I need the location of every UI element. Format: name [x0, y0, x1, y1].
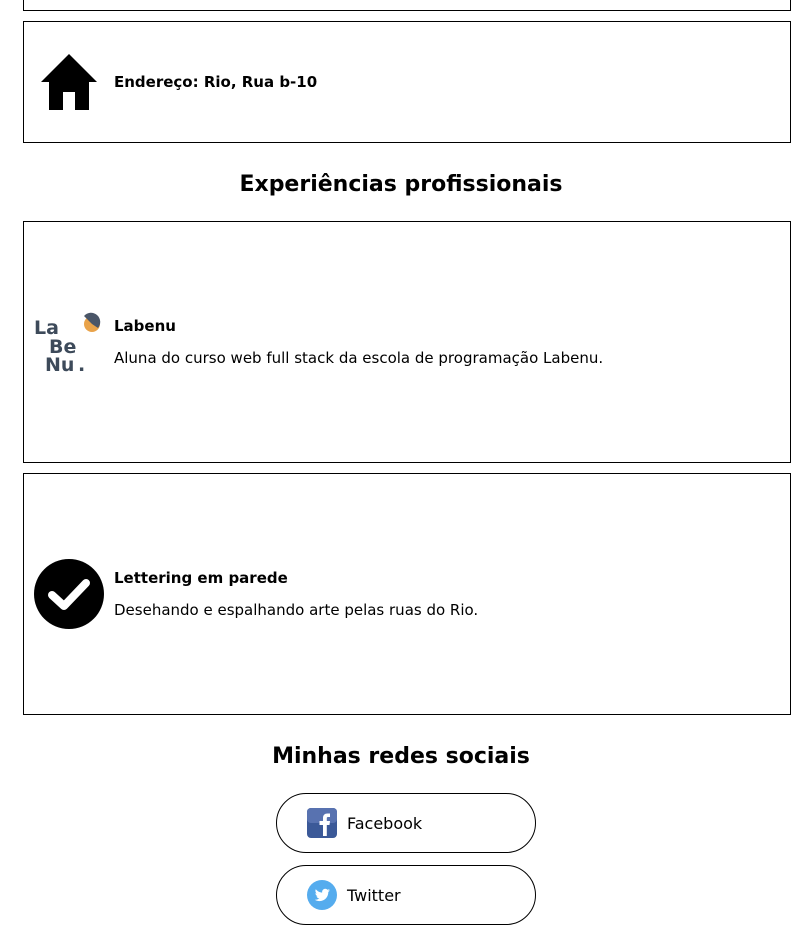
address-text: Endereço: Rio, Rua b-10: [114, 73, 318, 91]
labenu-logo-line-3: Nu: [45, 354, 74, 372]
experience-card-lettering: Lettering em parede Desehando e espalhan…: [23, 473, 791, 715]
home-icon: [34, 47, 104, 117]
experience-description: Desehando e espalhando arte pelas ruas d…: [114, 601, 479, 619]
info-card-partial: [23, 0, 791, 11]
labenu-logo-dot: .: [78, 354, 85, 372]
experience-section-title: Experiências profissionais: [239, 172, 563, 197]
facebook-icon: [307, 808, 337, 838]
experience-text: Labenu Aluna do curso web full stack da …: [114, 317, 603, 367]
experience-title: Lettering em parede: [114, 569, 288, 587]
experience-text: Lettering em parede Desehando e espalhan…: [114, 569, 478, 619]
facebook-label: Facebook: [347, 813, 423, 833]
address-card: Endereço: Rio, Rua b-10: [23, 21, 791, 143]
experience-title: Labenu: [114, 317, 176, 335]
twitter-label: Twitter: [347, 885, 401, 905]
experience-card-labenu: La Be Nu . Labenu Aluna do curso web ful…: [23, 221, 791, 463]
facebook-link-button[interactable]: Facebook: [276, 793, 536, 853]
experience-description: Aluna do curso web full stack da escola …: [114, 349, 604, 367]
social-section-title: Minhas redes sociais: [272, 744, 530, 769]
twitter-icon: [307, 880, 337, 910]
check-circle-icon: [34, 559, 104, 629]
twitter-link-button[interactable]: Twitter: [276, 865, 536, 925]
labenu-logo: La Be Nu .: [34, 307, 104, 377]
page: Endereço: Rio, Rua b-10 Experiências pro…: [0, 0, 802, 936]
